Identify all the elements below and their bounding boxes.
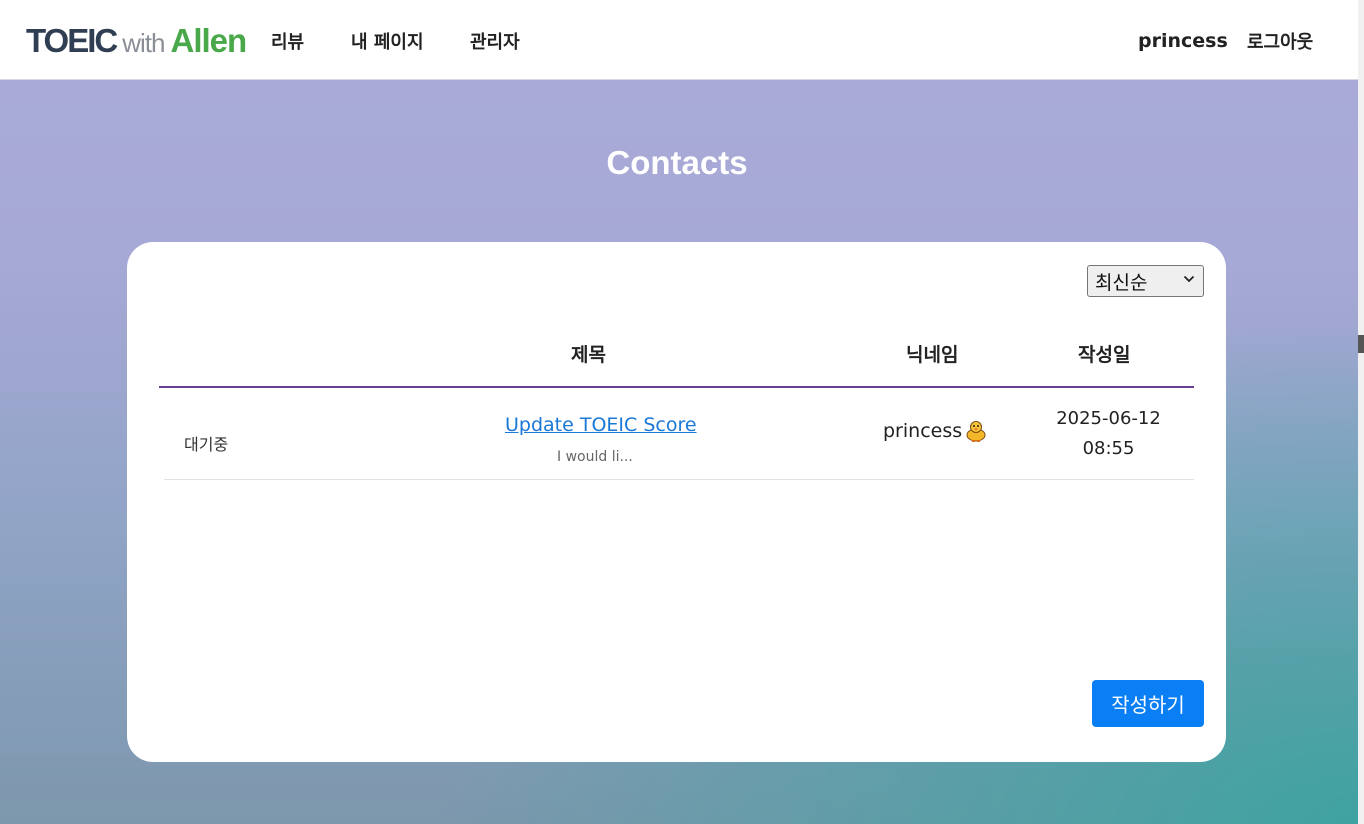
- top-navbar: TOEIC with Allen 리뷰 내 페이지 관리자 princess 로…: [0, 0, 1358, 80]
- contact-date-day: 2025-06-12: [1056, 408, 1161, 429]
- logout-link[interactable]: 로그아웃: [1247, 28, 1313, 54]
- site-logo[interactable]: TOEIC with Allen: [26, 22, 248, 60]
- nav-link-review[interactable]: 리뷰: [271, 28, 304, 54]
- logo-allen: Allen: [170, 22, 248, 59]
- contact-nickname: princess: [883, 420, 963, 442]
- column-header-nickname: 닉네임: [906, 344, 959, 366]
- column-header-title: 제목: [571, 344, 606, 366]
- contact-preview: I would li...: [557, 449, 633, 465]
- header-divider: [159, 386, 1194, 388]
- sort-selected-value: 최신순: [1095, 271, 1148, 294]
- sort-select[interactable]: 최신순: [1087, 265, 1204, 297]
- status-badge: 대기중: [184, 435, 229, 454]
- scrollbar-thumb[interactable]: [1358, 335, 1364, 353]
- contact-title-link[interactable]: Update TOEIC Score: [505, 414, 697, 436]
- logo-with: with: [122, 28, 165, 58]
- column-header-date: 작성일: [1078, 344, 1131, 366]
- nav-username[interactable]: princess: [1138, 30, 1228, 52]
- contact-date-time: 08:55: [1082, 438, 1135, 459]
- nav-link-admin[interactable]: 관리자: [470, 28, 520, 54]
- contacts-card: 최신순 제목 닉네임 작성일 대기중 Update TOEIC Score I …: [127, 242, 1226, 762]
- page-title: Contacts: [606, 144, 748, 181]
- row-divider: [164, 479, 1194, 480]
- scrollbar-track[interactable]: [1358, 0, 1364, 824]
- write-button[interactable]: 작성하기: [1092, 680, 1204, 727]
- chevron-down-icon: [1183, 272, 1195, 290]
- contact-date: 2025-06-12 08:55: [1037, 404, 1180, 464]
- duck-avatar-icon: [963, 418, 989, 444]
- nav-link-my-page[interactable]: 내 페이지: [351, 28, 424, 54]
- logo-toeic: TOEIC: [26, 22, 118, 59]
